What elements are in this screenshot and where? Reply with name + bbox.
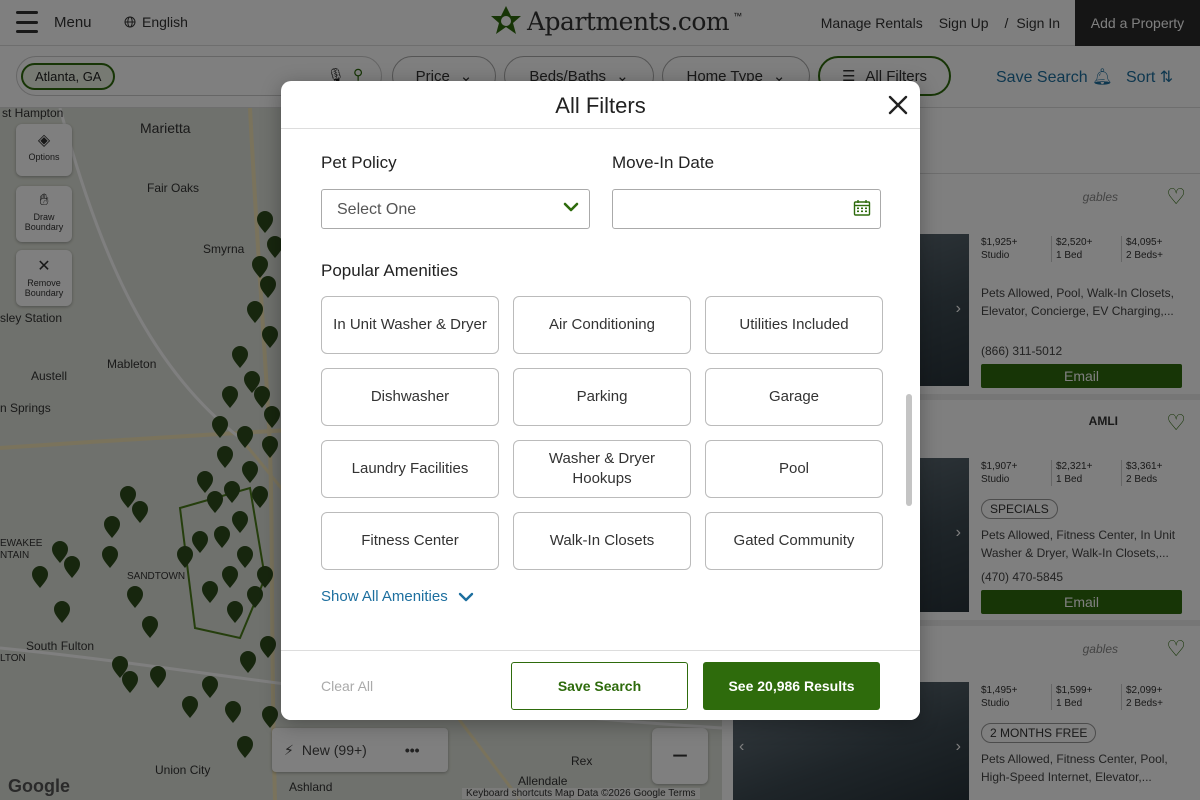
modal-footer: Clear All Save Search See 20,986 Results (281, 650, 920, 720)
amenity-air-conditioning[interactable]: Air Conditioning (513, 296, 691, 354)
move-in-date-input[interactable] (612, 189, 881, 229)
popular-amenities-label: Popular Amenities (321, 261, 459, 280)
amenity-washer-dryer-hookups[interactable]: Washer & Dryer Hookups (513, 440, 691, 498)
move-in-date-label: Move-In Date (612, 153, 715, 172)
all-filters-modal: All Filters Pet Policy Move-In Date Sele… (281, 81, 920, 720)
amenity-walk-in-closets[interactable]: Walk-In Closets (513, 512, 691, 570)
save-search-button[interactable]: Save Search (511, 662, 688, 710)
amenity-pool[interactable]: Pool (705, 440, 883, 498)
amenity-gated-community[interactable]: Gated Community (705, 512, 883, 570)
pet-policy-select[interactable]: Select One (321, 189, 590, 229)
amenity-dishwasher[interactable]: Dishwasher (321, 368, 499, 426)
amenity-laundry-facilities[interactable]: Laundry Facilities (321, 440, 499, 498)
pet-policy-label: Pet Policy (321, 153, 397, 172)
clear-all-button[interactable]: Clear All (321, 678, 373, 694)
show-all-amenities-label: Show All Amenities (321, 588, 448, 605)
see-results-button[interactable]: See 20,986 Results (703, 662, 880, 710)
amenity-utilities-included[interactable]: Utilities Included (705, 296, 883, 354)
pet-policy-value: Select One (337, 201, 417, 218)
amenity-garage[interactable]: Garage (705, 368, 883, 426)
amenity-in-unit-washer-dryer[interactable]: In Unit Washer & Dryer (321, 296, 499, 354)
chevron-down-icon (458, 592, 473, 601)
show-all-amenities-link[interactable]: Show All Amenities (321, 588, 474, 605)
amenity-fitness-center[interactable]: Fitness Center (321, 512, 499, 570)
chevron-down-icon (563, 202, 579, 212)
modal-scrollbar-thumb[interactable] (906, 394, 912, 506)
calendar-icon[interactable] (853, 199, 871, 217)
amenity-parking[interactable]: Parking (513, 368, 691, 426)
modal-body[interactable]: Pet Policy Move-In Date Select One Popul… (281, 81, 920, 605)
